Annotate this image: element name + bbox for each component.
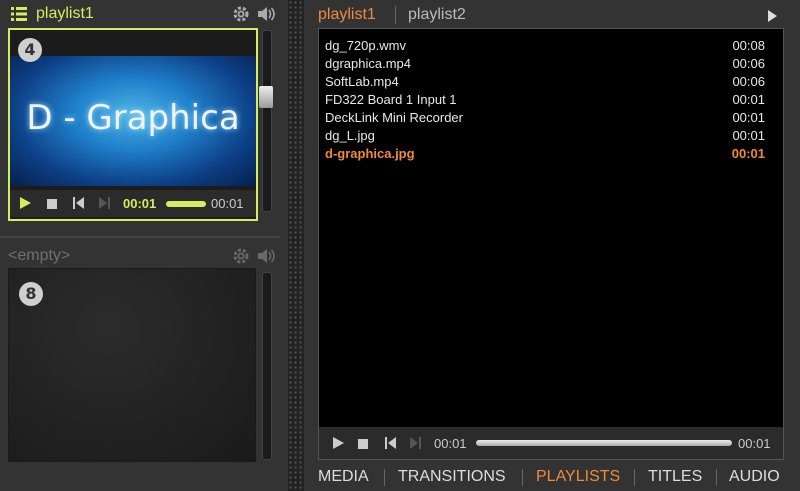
volume-slider[interactable] (259, 30, 273, 212)
item-duration: 00:08 (732, 38, 765, 53)
item-duration: 00:06 (732, 56, 765, 71)
item-name: FD322 Board 1 Input 1 (325, 92, 457, 107)
item-duration: 00:01 (732, 110, 765, 125)
tab-playlist1[interactable]: playlist1 (318, 4, 376, 26)
play-icon[interactable] (18, 196, 32, 210)
playlist-box: dg_720p.wmv 00:08 dgraphica.mp4 00:06 So… (318, 28, 784, 460)
right-panel: playlist1 playlist2 dg_720p.wmv 00:08 dg… (304, 0, 800, 491)
speaker-icon[interactable] (256, 247, 276, 265)
nav-separator (634, 469, 635, 486)
nav-audio[interactable]: AUDIO (729, 466, 780, 488)
volume-slider-thumb[interactable] (259, 86, 273, 108)
skip-forward-icon[interactable] (409, 436, 423, 450)
skip-back-icon[interactable] (71, 196, 85, 210)
top-slot-playlist-name[interactable]: playlist1 (36, 3, 94, 25)
elapsed-time: 00:01 (123, 196, 157, 211)
tab-separator (395, 6, 396, 24)
play-tab-arrow-icon[interactable] (766, 9, 778, 23)
list-item[interactable]: dg_L.jpg 00:01 (325, 127, 765, 145)
channel-number-badge: 8 (19, 282, 43, 306)
left-panel: playlist1 D - Graphica 4 00:01 00:01 <em… (0, 0, 288, 491)
nav-playlists[interactable]: PLAYLISTS (536, 466, 620, 488)
top-slot-transport: 00:01 00:01 (10, 190, 256, 217)
skip-back-icon[interactable] (383, 436, 397, 450)
list-item[interactable]: dgraphica.mp4 00:06 (325, 55, 765, 73)
item-name: SoftLab.mp4 (325, 74, 399, 89)
item-name: DeckLink Mini Recorder (325, 110, 463, 125)
slot-divider (0, 236, 280, 238)
bottom-slot-playlist-name[interactable]: <empty> (8, 245, 70, 267)
list-item[interactable]: FD322 Board 1 Input 1 00:01 (325, 91, 765, 109)
list-item[interactable]: DeckLink Mini Recorder 00:01 (325, 109, 765, 127)
total-time: 00:01 (211, 196, 244, 211)
nav-titles[interactable]: TITLES (648, 466, 702, 488)
item-name: dgraphica.mp4 (325, 56, 411, 71)
channel-number-badge: 4 (18, 38, 42, 62)
bottom-slot-preview[interactable]: 8 (8, 268, 256, 462)
play-icon[interactable] (331, 436, 345, 450)
preview-overlay-text: D - Graphica (26, 98, 240, 138)
preview-video-frame: D - Graphica (10, 56, 256, 186)
stop-icon[interactable] (46, 197, 58, 209)
item-duration: 00:01 (732, 92, 765, 107)
item-name: dg_720p.wmv (325, 38, 406, 53)
nav-transitions[interactable]: TRANSITIONS (398, 466, 506, 488)
playlist-list-icon[interactable] (10, 5, 28, 23)
nav-separator (716, 469, 717, 486)
item-duration: 00:01 (732, 128, 765, 143)
position-slider[interactable] (476, 440, 732, 446)
nav-separator (384, 469, 385, 486)
skip-forward-icon[interactable] (98, 196, 112, 210)
item-duration: 00:01 (731, 146, 765, 161)
volume-slider[interactable] (262, 272, 272, 460)
tab-playlist2[interactable]: playlist2 (408, 4, 466, 26)
bottom-nav: MEDIA TRANSITIONS PLAYLISTS TITLES AUDIO (304, 464, 800, 491)
item-duration: 00:06 (732, 74, 765, 89)
elapsed-time: 00:01 (434, 436, 467, 451)
position-slider-fill (166, 201, 206, 207)
nav-separator (522, 469, 523, 486)
list-item[interactable]: SoftLab.mp4 00:06 (325, 73, 765, 91)
panel-splitter[interactable] (288, 0, 304, 491)
speaker-icon[interactable] (256, 5, 276, 23)
stop-icon[interactable] (357, 437, 369, 449)
gear-icon[interactable] (232, 5, 250, 23)
list-item[interactable]: dg_720p.wmv 00:08 (325, 37, 765, 55)
item-name: d-graphica.jpg (325, 146, 415, 161)
position-slider[interactable] (166, 201, 206, 207)
list-item-selected[interactable]: d-graphica.jpg 00:01 (325, 145, 765, 163)
nav-media[interactable]: MEDIA (318, 466, 369, 488)
top-slot-preview[interactable]: D - Graphica 4 00:01 00:01 (8, 28, 258, 221)
playlist-transport: 00:01 00:01 (319, 427, 783, 459)
position-slider-fill (476, 440, 732, 446)
playlist-items: dg_720p.wmv 00:08 dgraphica.mp4 00:06 So… (305, 37, 769, 177)
item-name: dg_L.jpg (325, 128, 375, 143)
gear-icon[interactable] (232, 247, 250, 265)
total-time: 00:01 (738, 436, 771, 451)
